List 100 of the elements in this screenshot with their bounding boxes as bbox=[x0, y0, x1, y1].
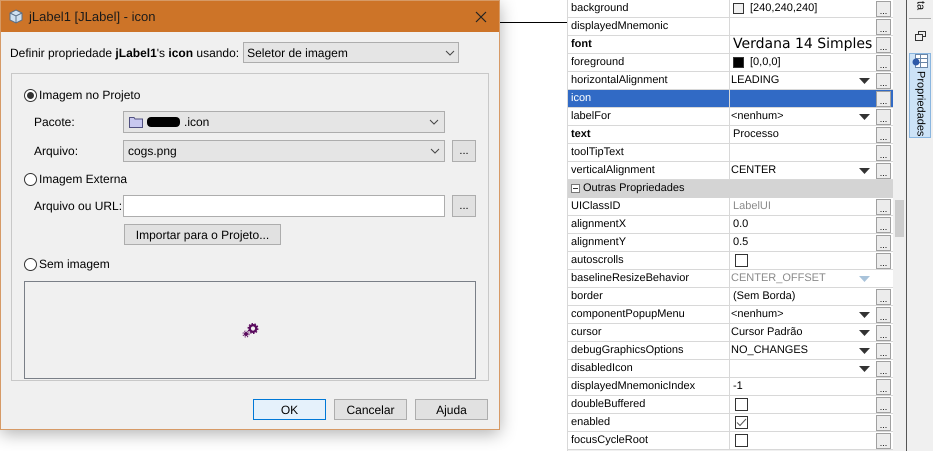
cogs-icon bbox=[242, 322, 258, 338]
property-name[interactable]: verticalAlignment bbox=[568, 162, 730, 179]
collapse-icon[interactable] bbox=[571, 184, 580, 193]
property-name[interactable]: focusCycleRoot bbox=[568, 432, 730, 449]
field-label: Arquivo ou URL: bbox=[34, 199, 122, 213]
redaction-mark bbox=[147, 117, 180, 127]
property-name[interactable]: componentPopupMenu bbox=[568, 306, 730, 323]
file-dropdown[interactable]: cogs.png bbox=[123, 140, 445, 162]
property-name[interactable]: cursor bbox=[568, 324, 730, 341]
property-dropdown[interactable]: <nenhum> bbox=[730, 108, 876, 125]
radio-label[interactable]: Sem imagem bbox=[39, 255, 110, 273]
edit-button[interactable]: ... bbox=[876, 90, 891, 106]
url-field[interactable] bbox=[123, 195, 445, 217]
dropdown-arrow-icon[interactable] bbox=[859, 78, 870, 84]
checkbox[interactable] bbox=[735, 416, 748, 429]
property-name[interactable]: debugGraphicsOptions bbox=[568, 342, 730, 359]
checkbox[interactable] bbox=[735, 254, 748, 267]
property-name[interactable]: border bbox=[568, 288, 730, 305]
edit-button[interactable]: ... bbox=[876, 216, 891, 232]
property-dropdown[interactable]: CENTER bbox=[730, 162, 876, 179]
import-button[interactable]: Importar para o Projeto... bbox=[124, 224, 281, 245]
restore-icon[interactable] bbox=[914, 31, 926, 42]
properties-icon bbox=[912, 54, 928, 68]
scroll-thumb[interactable] bbox=[895, 200, 904, 237]
edit-button[interactable]: ... bbox=[876, 18, 891, 34]
radio-label[interactable]: Imagem Externa bbox=[39, 170, 128, 188]
property-value: 0.5 bbox=[733, 236, 748, 248]
property-name[interactable]: enabled bbox=[568, 414, 730, 431]
edit-button[interactable]: ... bbox=[876, 306, 891, 322]
dropdown-arrow-icon[interactable] bbox=[859, 312, 870, 318]
property-name[interactable]: alignmentY bbox=[568, 234, 730, 251]
edit-button[interactable]: ... bbox=[876, 360, 891, 376]
property-name[interactable]: displayedMnemonicIndex bbox=[568, 378, 730, 395]
dialog-button[interactable]: Ajuda bbox=[415, 399, 488, 420]
edit-button[interactable]: ... bbox=[876, 234, 891, 250]
edit-button[interactable]: ... bbox=[876, 396, 891, 412]
folder-icon bbox=[129, 116, 143, 128]
property-name[interactable]: doubleBuffered bbox=[568, 396, 730, 413]
dropdown-arrow-icon[interactable] bbox=[859, 114, 870, 120]
property-name[interactable]: text bbox=[568, 126, 730, 143]
edit-button[interactable]: ... bbox=[876, 342, 891, 358]
edit-button[interactable]: ... bbox=[876, 126, 891, 142]
radio-button[interactable] bbox=[24, 172, 37, 186]
property-dropdown[interactable]: <nenhum> bbox=[730, 306, 876, 323]
prompt-text: Definir propriedade jLabel1's icon usando: bbox=[10, 44, 240, 62]
property-name[interactable]: font bbox=[568, 36, 730, 53]
browse-button[interactable]: ... bbox=[452, 195, 476, 217]
scrollbar[interactable] bbox=[893, 0, 907, 451]
property-name[interactable]: displayedMnemonic bbox=[568, 18, 730, 35]
property-value: -1 bbox=[733, 380, 743, 392]
property-dropdown[interactable]: LEADING bbox=[730, 72, 876, 89]
property-name[interactable]: toolTipText bbox=[568, 144, 730, 161]
package-dropdown[interactable]: .icon bbox=[123, 111, 445, 133]
edit-button[interactable]: ... bbox=[876, 432, 891, 448]
edit-button[interactable]: ... bbox=[876, 252, 891, 268]
property-name[interactable]: autoscrolls bbox=[568, 252, 730, 269]
property-dropdown[interactable]: Cursor Padrão bbox=[730, 324, 876, 341]
edit-button[interactable]: ... bbox=[876, 0, 891, 16]
property-name[interactable]: labelFor bbox=[568, 108, 730, 125]
dropdown-arrow-icon[interactable] bbox=[859, 330, 870, 336]
dropdown-arrow-icon[interactable] bbox=[859, 168, 870, 174]
edit-button[interactable]: ... bbox=[876, 108, 891, 124]
property-name[interactable]: icon bbox=[568, 90, 730, 107]
edit-button[interactable]: ... bbox=[876, 144, 891, 160]
property-value: CENTER_OFFSET bbox=[731, 272, 826, 284]
property-name[interactable]: alignmentX bbox=[568, 216, 730, 233]
property-value: 0.0 bbox=[733, 218, 748, 230]
edit-button[interactable]: ... bbox=[876, 72, 891, 88]
radio-label[interactable]: Imagem no Projeto bbox=[39, 86, 140, 104]
edit-button[interactable]: ... bbox=[876, 162, 891, 178]
checkbox[interactable] bbox=[735, 434, 748, 447]
edit-button[interactable]: ... bbox=[876, 378, 891, 394]
property-name[interactable]: background bbox=[568, 0, 730, 17]
property-name[interactable]: foreground bbox=[568, 54, 730, 71]
dialog-button[interactable]: Cancelar bbox=[334, 399, 407, 420]
radio-button[interactable] bbox=[24, 258, 37, 270]
editor-dropdown[interactable]: Seletor de imagem bbox=[243, 42, 460, 63]
property-value: Cursor Padrão bbox=[731, 326, 803, 338]
checkbox[interactable] bbox=[735, 398, 748, 411]
dropdown-arrow-icon[interactable] bbox=[859, 366, 870, 372]
edit-button[interactable]: ... bbox=[876, 54, 891, 70]
close-icon[interactable] bbox=[475, 10, 487, 22]
window-title: jLabel1 [JLabel] - icon bbox=[29, 8, 156, 26]
radio-button[interactable] bbox=[24, 88, 37, 102]
edit-button[interactable]: ... bbox=[876, 36, 891, 52]
edit-button[interactable]: ... bbox=[876, 414, 891, 430]
property-dropdown[interactable]: NO_CHANGES bbox=[730, 342, 876, 359]
dropdown-arrow-icon[interactable] bbox=[859, 348, 870, 354]
browse-button[interactable]: ... bbox=[452, 140, 476, 162]
chevron-down-icon bbox=[430, 148, 440, 154]
dialog-button[interactable]: OK bbox=[253, 399, 326, 420]
section-title: Outras Propriedades bbox=[583, 181, 684, 196]
property-name[interactable]: horizontalAlignment bbox=[568, 72, 730, 89]
chevron-down-icon bbox=[445, 50, 456, 56]
property-name[interactable]: disabledIcon bbox=[568, 360, 730, 377]
edit-button[interactable]: ... bbox=[876, 324, 891, 340]
side-tab[interactable]: Propriedades bbox=[909, 53, 931, 138]
side-tab[interactable]: ta bbox=[909, 0, 931, 20]
edit-button[interactable]: ... bbox=[876, 288, 891, 304]
section-header[interactable]: Outras Propriedades bbox=[568, 180, 893, 198]
